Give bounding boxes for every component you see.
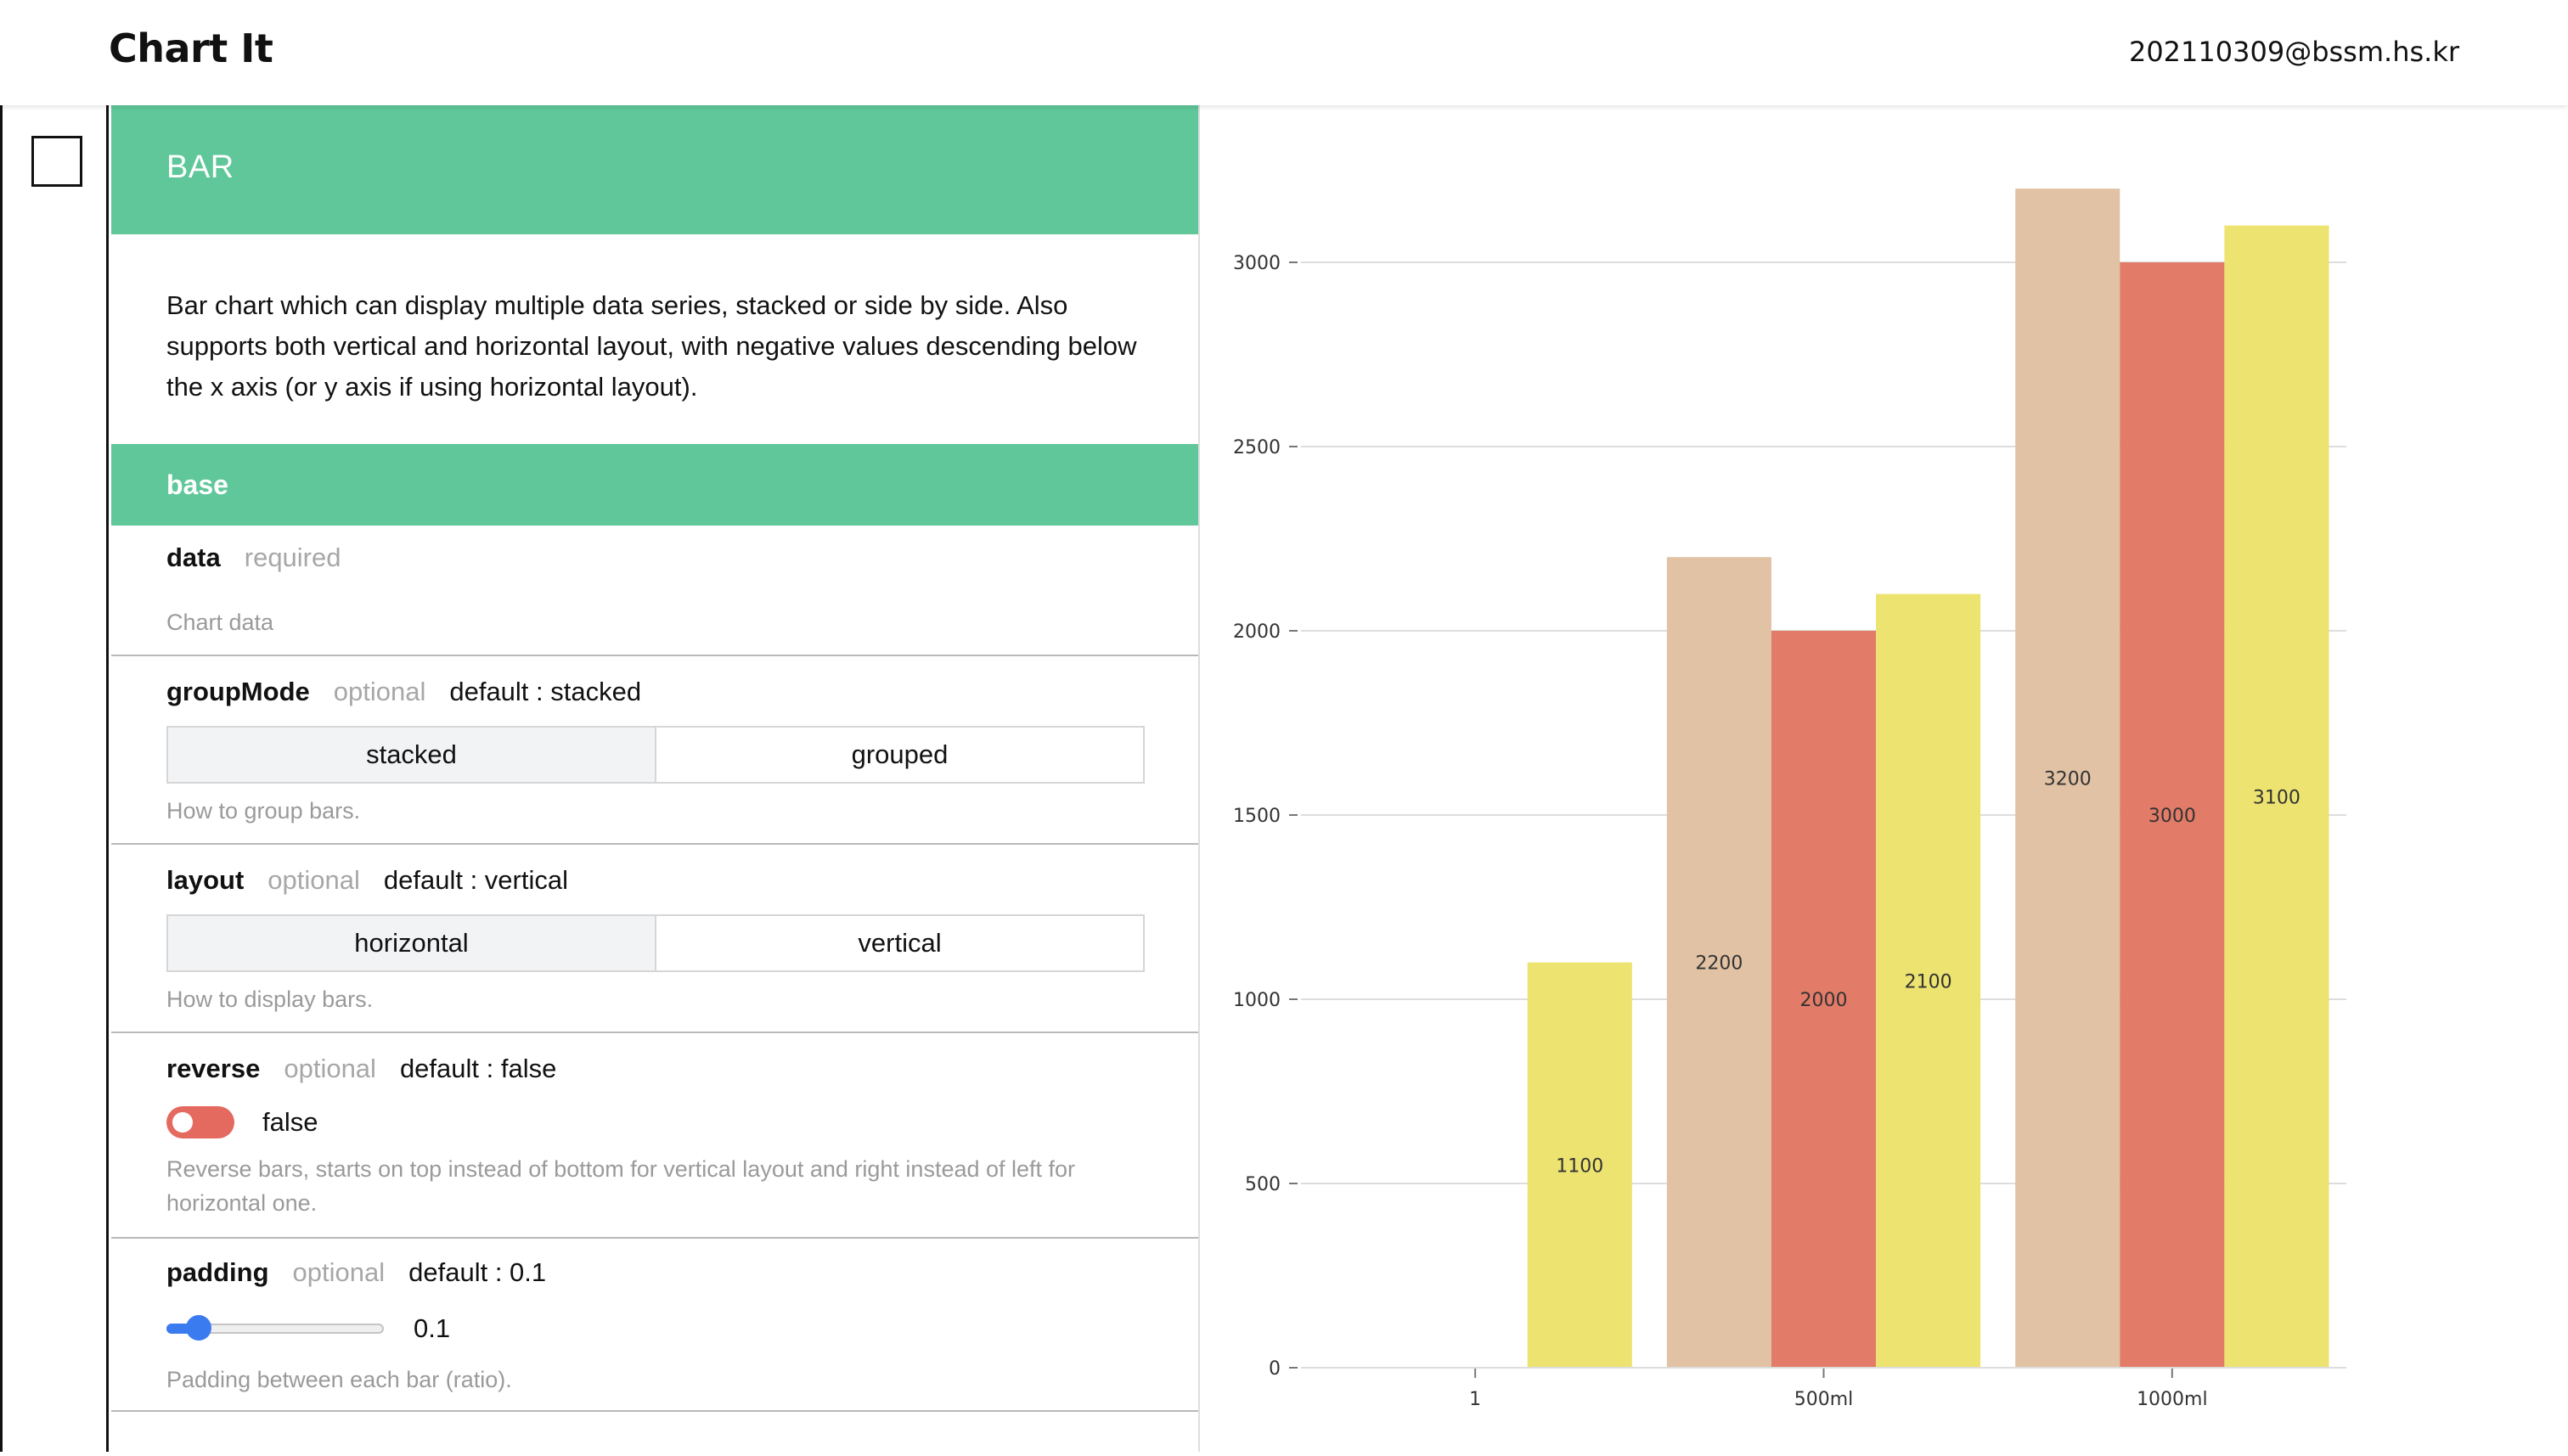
rail-toggle-button[interactable] xyxy=(31,136,82,187)
layout-segmented-control: horizontal vertical xyxy=(166,914,1145,972)
prop-name: reverse xyxy=(166,1054,261,1083)
app-title[interactable]: Chart It xyxy=(109,25,273,71)
prop-help: How to display bars. xyxy=(166,987,374,1012)
chart-name-bar: BAR xyxy=(111,105,1198,234)
groupmode-option-stacked[interactable]: stacked xyxy=(168,728,655,782)
prop-padding: padding optional default : 0.1 0.1 Padding… xyxy=(111,1239,1198,1412)
slider-thumb[interactable] xyxy=(185,1315,211,1341)
layout-option-horizontal[interactable]: horizontal xyxy=(168,916,655,970)
y-tick-label: 500 xyxy=(1245,1174,1281,1195)
layout-option-vertical[interactable]: vertical xyxy=(655,916,1143,970)
y-tick-label: 1000 xyxy=(1233,990,1281,1011)
user-email[interactable]: 202110309@bssm.hs.kr xyxy=(2129,36,2459,68)
bar-data-label: 3200 xyxy=(2044,769,2092,790)
prop-default: default : stacked xyxy=(449,677,642,706)
prop-default: default : false xyxy=(399,1054,557,1083)
prop-flag: required xyxy=(244,542,341,572)
prop-name: layout xyxy=(166,865,245,895)
section-header-base[interactable]: base xyxy=(111,444,1198,526)
prop-default: default : 0.1 xyxy=(408,1257,547,1287)
bar-data-label: 2200 xyxy=(1695,953,1743,975)
properties-panel: BAR Bar chart which can display multiple… xyxy=(111,105,1200,1452)
prop-help: How to group bars. xyxy=(166,798,361,824)
prop-default: default : vertical xyxy=(383,865,568,895)
prop-help: Chart data xyxy=(166,610,274,635)
chart-name: BAR xyxy=(166,149,234,185)
prop-help: Reverse bars, starts on top instead of b… xyxy=(166,1156,1076,1216)
chart-preview: 0 500 1000 1500 2000 2500 3000 1 1100 500ml 2200 20… xyxy=(1200,105,2568,1452)
left-rail xyxy=(0,105,109,1452)
prop-flag: optional xyxy=(268,865,360,895)
prop-flag: optional xyxy=(333,677,426,706)
bar-data-label: 3000 xyxy=(2148,806,2196,827)
y-tick-label: 1500 xyxy=(1233,806,1281,827)
prop-name: data xyxy=(166,542,221,572)
reverse-toggle-label: false xyxy=(262,1107,318,1137)
prop-flag: optional xyxy=(284,1054,376,1083)
bar-data-label: 3100 xyxy=(2253,787,2300,808)
section-title: base xyxy=(166,469,228,500)
padding-value: 0.1 xyxy=(414,1313,451,1343)
prop-name: groupMode xyxy=(166,677,310,706)
prop-groupmode: groupMode optional default : stacked stack… xyxy=(111,656,1198,845)
bar-data-label: 1100 xyxy=(1556,1155,1603,1177)
prop-reverse: reverse optional default : false false Rev… xyxy=(111,1033,1198,1239)
chart-description: Bar chart which can display multiple dat… xyxy=(166,290,1137,402)
y-tick-label: 3000 xyxy=(1233,253,1281,274)
prop-flag: optional xyxy=(292,1257,386,1287)
bar-chart: 0 500 1000 1500 2000 2500 3000 1 1100 500ml 2200 20… xyxy=(1233,188,2346,1410)
prop-help: Padding between each bar (ratio). xyxy=(166,1367,512,1392)
padding-slider[interactable] xyxy=(166,1313,384,1342)
x-tick-label: 1000ml xyxy=(2137,1389,2208,1410)
prop-name: padding xyxy=(166,1257,269,1287)
bar-data-label: 2000 xyxy=(1800,990,1848,1011)
app-header: Chart It 202110309@bssm.hs.kr xyxy=(0,0,2568,105)
y-tick-label: 0 xyxy=(1269,1358,1281,1380)
groupmode-option-grouped[interactable]: grouped xyxy=(655,728,1143,782)
reverse-toggle[interactable] xyxy=(166,1106,234,1138)
y-tick-label: 2500 xyxy=(1233,437,1281,458)
groupmode-segmented-control: stacked grouped xyxy=(166,726,1145,784)
x-tick-label: 1 xyxy=(1469,1389,1481,1410)
y-tick-label: 2000 xyxy=(1233,621,1281,643)
prop-layout: layout optional default : vertical horizon… xyxy=(111,845,1198,1033)
x-tick-label: 500ml xyxy=(1794,1389,1854,1410)
bar-data-label: 2100 xyxy=(1905,971,1952,992)
prop-data: data required Chart data xyxy=(111,526,1198,656)
